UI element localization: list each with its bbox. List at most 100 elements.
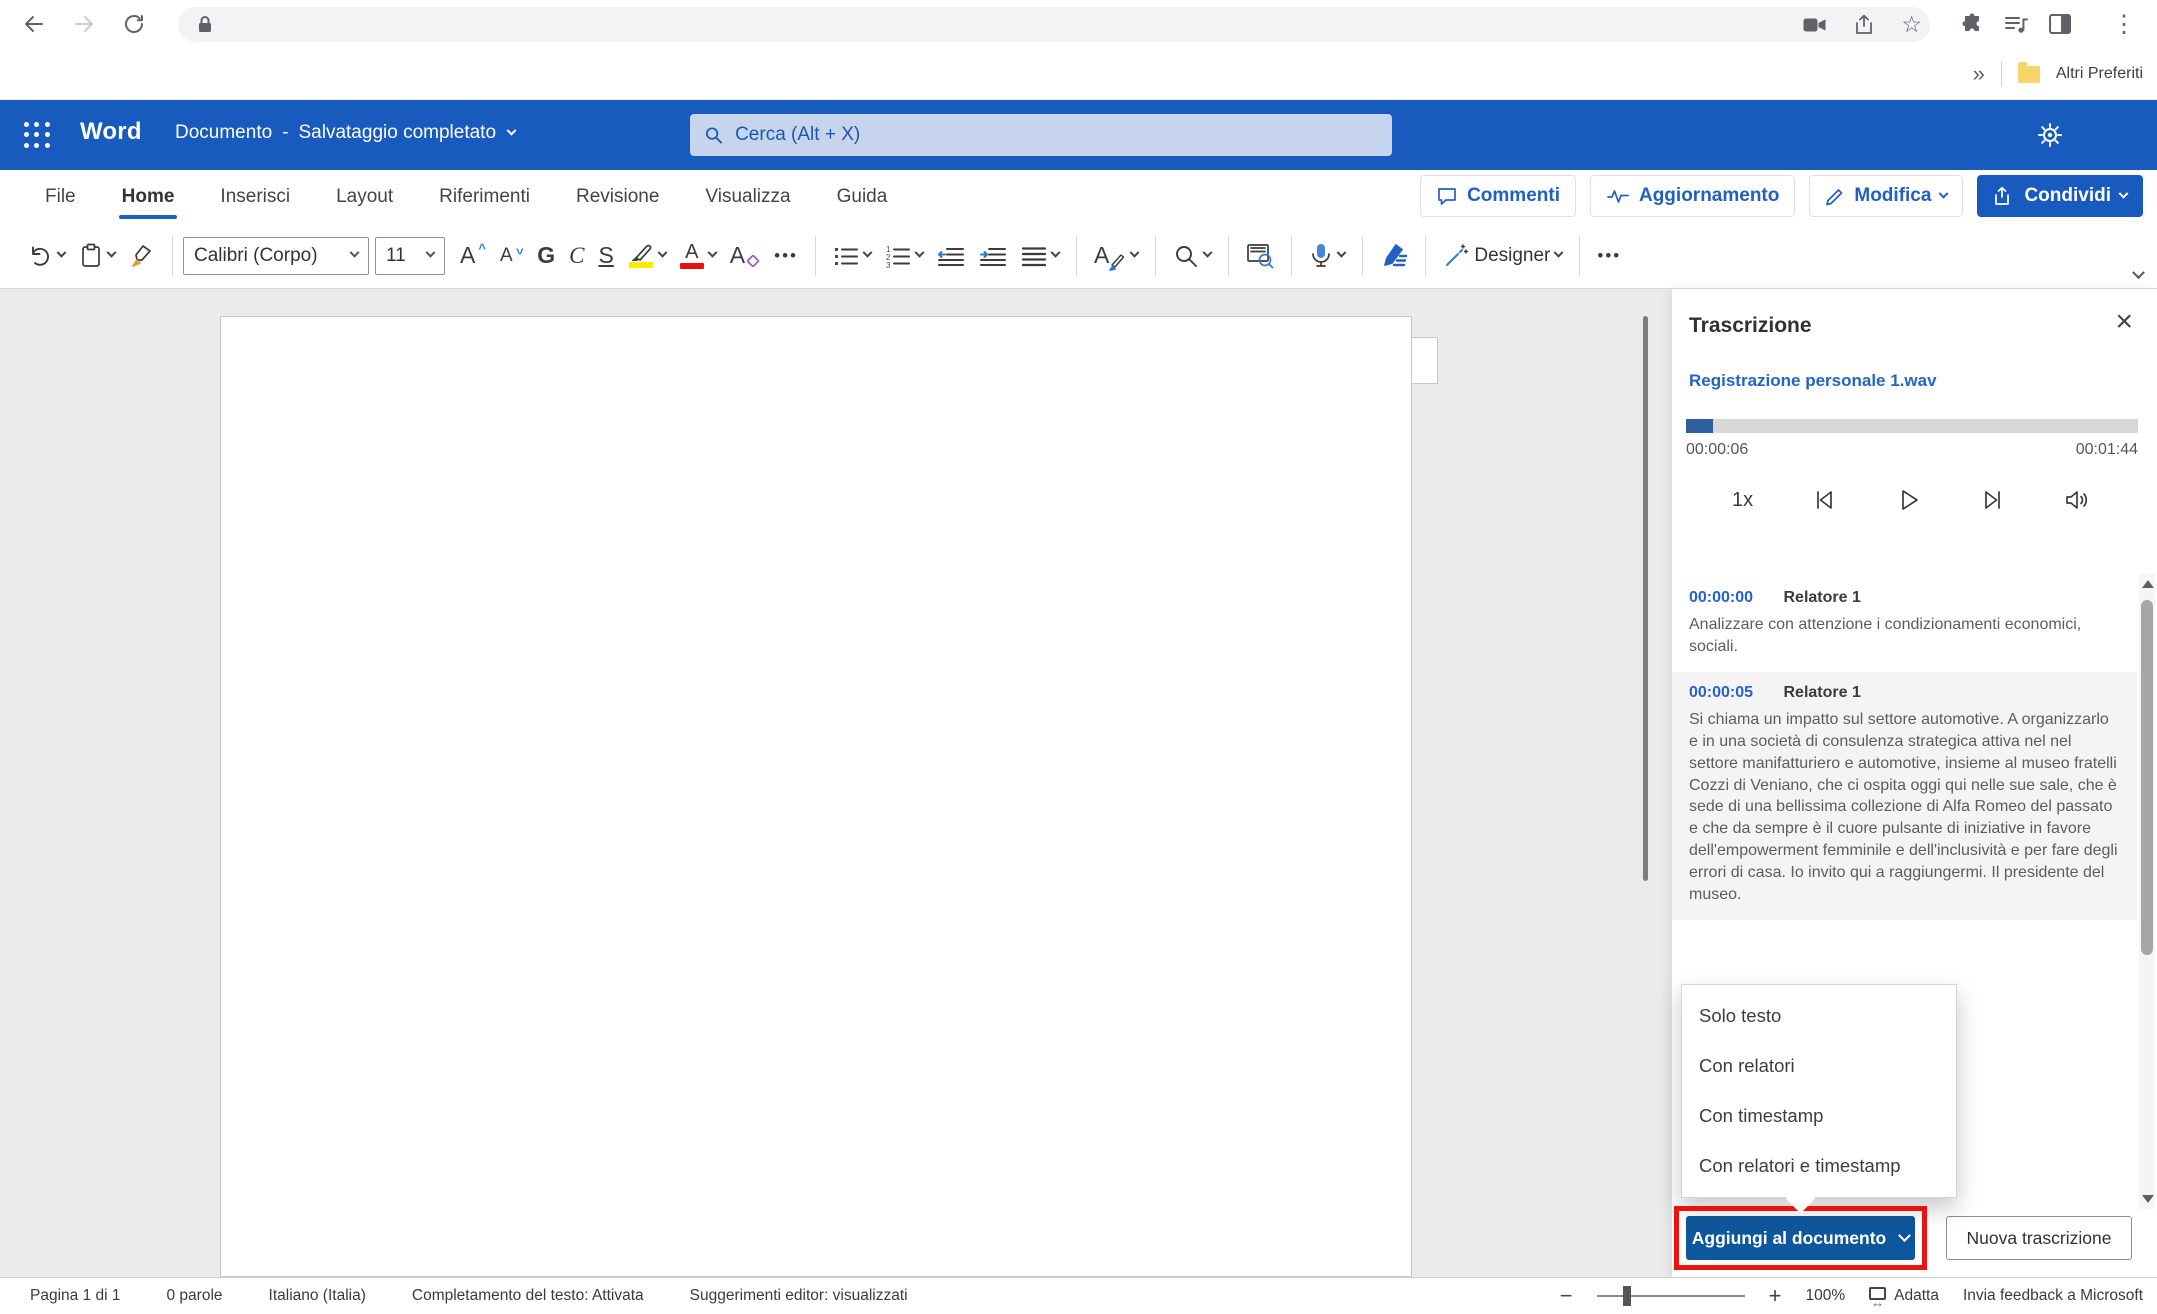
ribbon-tab[interactable]: Guida	[814, 170, 911, 223]
chevron-down-icon[interactable]	[863, 248, 873, 258]
ribbon-tab[interactable]: Visualizza	[682, 170, 813, 223]
scrollbar-thumb[interactable]	[2141, 600, 2153, 955]
underline-button[interactable]: S	[591, 234, 620, 278]
font-size-select[interactable]: 11	[375, 237, 445, 275]
bookmarks-folder-label[interactable]: Altri Preferiti	[2056, 65, 2143, 83]
ribbon-tab[interactable]: Riferimenti	[416, 170, 553, 223]
menu-item[interactable]: Con relatori	[1682, 1043, 1956, 1089]
media-camera-icon[interactable]	[1803, 16, 1827, 34]
segment-timestamp[interactable]: 00:00:00	[1689, 589, 1753, 606]
forward-icon[interactable]	[68, 8, 100, 40]
chevron-down-icon[interactable]	[707, 248, 717, 258]
menu-item[interactable]: Solo testo	[1682, 993, 1956, 1039]
designer-button[interactable]: Designer	[1436, 234, 1569, 278]
zoom-slider-handle[interactable]	[1623, 1286, 1631, 1306]
menu-item[interactable]: Con relatori e timestamp	[1682, 1143, 1956, 1189]
bullet-list-button[interactable]	[826, 234, 878, 278]
comments-button[interactable]: Commenti	[1420, 175, 1576, 217]
paste-button[interactable]	[72, 234, 122, 278]
italic-button[interactable]: C	[562, 234, 591, 278]
chevron-down-icon[interactable]	[57, 248, 67, 258]
editor-button[interactable]	[1373, 234, 1415, 278]
audio-file-link[interactable]: Registrazione personale 1.wav	[1689, 371, 1937, 391]
numbered-list-button[interactable]: 123	[878, 234, 930, 278]
ribbon-tab[interactable]: Inserisci	[197, 170, 313, 223]
menu-item[interactable]: Con timestamp	[1682, 1093, 1956, 1139]
address-bar[interactable]: ☆	[178, 7, 1930, 42]
audio-progress-bar[interactable]	[1686, 419, 2138, 433]
chevron-down-icon[interactable]	[1554, 248, 1564, 258]
font-name-select[interactable]: Calibri (Corpo)	[183, 237, 369, 275]
clear-formatting-button[interactable]: A	[723, 234, 767, 278]
more-formatting-button[interactable]: •••	[767, 234, 805, 278]
chevron-down-icon[interactable]	[915, 248, 925, 258]
catch-up-button[interactable]: Aggiornamento	[1590, 175, 1795, 217]
app-name[interactable]: Word	[80, 118, 142, 146]
zoom-in-icon[interactable]: +	[1769, 1283, 1782, 1309]
add-to-document-button[interactable]: Aggiungi al documento	[1686, 1216, 1915, 1260]
status-item[interactable]: Completamento del testo: Attivata	[412, 1287, 644, 1305]
feedback-link[interactable]: Invia feedback a Microsoft	[1963, 1287, 2143, 1305]
reload-icon[interactable]	[118, 8, 150, 40]
more-commands-button[interactable]: •••	[1590, 234, 1628, 278]
document-scrollbar[interactable]	[1643, 316, 1648, 881]
settings-gear-icon[interactable]	[2035, 120, 2065, 150]
bookmark-star-icon[interactable]: ☆	[1901, 11, 1922, 38]
status-item[interactable]: Pagina 1 di 1	[30, 1287, 121, 1305]
playlist-music-icon[interactable]	[2000, 8, 2032, 40]
transcript-scrollbar[interactable]	[2139, 574, 2155, 1209]
status-item[interactable]: Suggerimenti editor: visualizzati	[690, 1287, 908, 1305]
chevron-down-icon[interactable]	[1203, 248, 1213, 258]
find-button[interactable]	[1166, 234, 1218, 278]
ribbon-tab[interactable]: Home	[99, 170, 198, 223]
decrease-indent-button[interactable]	[930, 234, 972, 278]
collapse-ribbon-icon[interactable]	[2132, 266, 2145, 279]
highlight-color-button[interactable]	[621, 234, 673, 278]
ribbon-tab[interactable]: Revisione	[553, 170, 682, 223]
segment-text[interactable]: Analizzare con attenzione i condizioname…	[1689, 614, 2120, 658]
ribbon-tab[interactable]: File	[22, 170, 99, 223]
scroll-up-icon[interactable]	[2142, 580, 2154, 588]
close-pane-icon[interactable]: ×	[2115, 307, 2133, 337]
scroll-down-icon[interactable]	[2142, 1195, 2154, 1203]
chevron-down-icon[interactable]	[507, 125, 517, 135]
search-box[interactable]	[690, 114, 1392, 156]
overflow-bookmarks-icon[interactable]: »	[1973, 61, 1985, 87]
shrink-font-button[interactable]: A^	[493, 234, 530, 278]
transcript-segment[interactable]: 00:00:00 Relatore 1 Analizzare con atten…	[1672, 577, 2137, 672]
side-panel-icon[interactable]	[2044, 8, 2076, 40]
segment-timestamp[interactable]: 00:00:05	[1689, 684, 1753, 701]
document-title-group[interactable]: Documento - Salvataggio completato	[175, 122, 515, 144]
new-transcription-button[interactable]: Nuova trascrizione	[1946, 1216, 2132, 1260]
font-color-button[interactable]: A	[673, 234, 723, 278]
ribbon-tab[interactable]: Layout	[313, 170, 416, 223]
format-painter-button[interactable]	[122, 234, 162, 278]
editing-mode-button[interactable]: Modifica	[1809, 175, 1963, 217]
dictate-button[interactable]	[1302, 234, 1352, 278]
chevron-down-icon[interactable]	[657, 248, 667, 258]
status-item[interactable]: 0 parole	[167, 1287, 223, 1305]
play-icon[interactable]	[1896, 487, 1922, 513]
search-input[interactable]	[735, 124, 1378, 146]
segment-text[interactable]: Si chiama un impatto sul settore automot…	[1689, 709, 2120, 906]
zoom-level[interactable]: 100%	[1805, 1287, 1845, 1305]
skip-forward-icon[interactable]	[1980, 487, 2006, 513]
bold-button[interactable]: G	[530, 234, 562, 278]
share-button[interactable]: Condividi	[1977, 175, 2143, 217]
skip-back-icon[interactable]	[1811, 487, 1837, 513]
extensions-puzzle-icon[interactable]	[1956, 8, 1988, 40]
chevron-down-icon[interactable]	[1130, 248, 1140, 258]
app-launcher-icon[interactable]	[24, 122, 51, 149]
zoom-slider[interactable]	[1597, 1295, 1745, 1297]
volume-icon[interactable]	[2064, 487, 2092, 513]
fit-to-width-button[interactable]: ↔ Adatta	[1869, 1287, 1939, 1305]
status-item[interactable]: Italiano (Italia)	[269, 1287, 366, 1305]
share-page-icon[interactable]	[1853, 14, 1875, 36]
styles-button[interactable]: A	[1087, 234, 1145, 278]
chevron-down-icon[interactable]	[1051, 248, 1061, 258]
document-title[interactable]: Documento	[175, 122, 272, 144]
playback-speed-button[interactable]: 1x	[1732, 489, 1753, 512]
increase-indent-button[interactable]	[972, 234, 1014, 278]
kebab-menu-icon[interactable]: ⋮	[2108, 8, 2140, 40]
back-icon[interactable]	[18, 8, 50, 40]
